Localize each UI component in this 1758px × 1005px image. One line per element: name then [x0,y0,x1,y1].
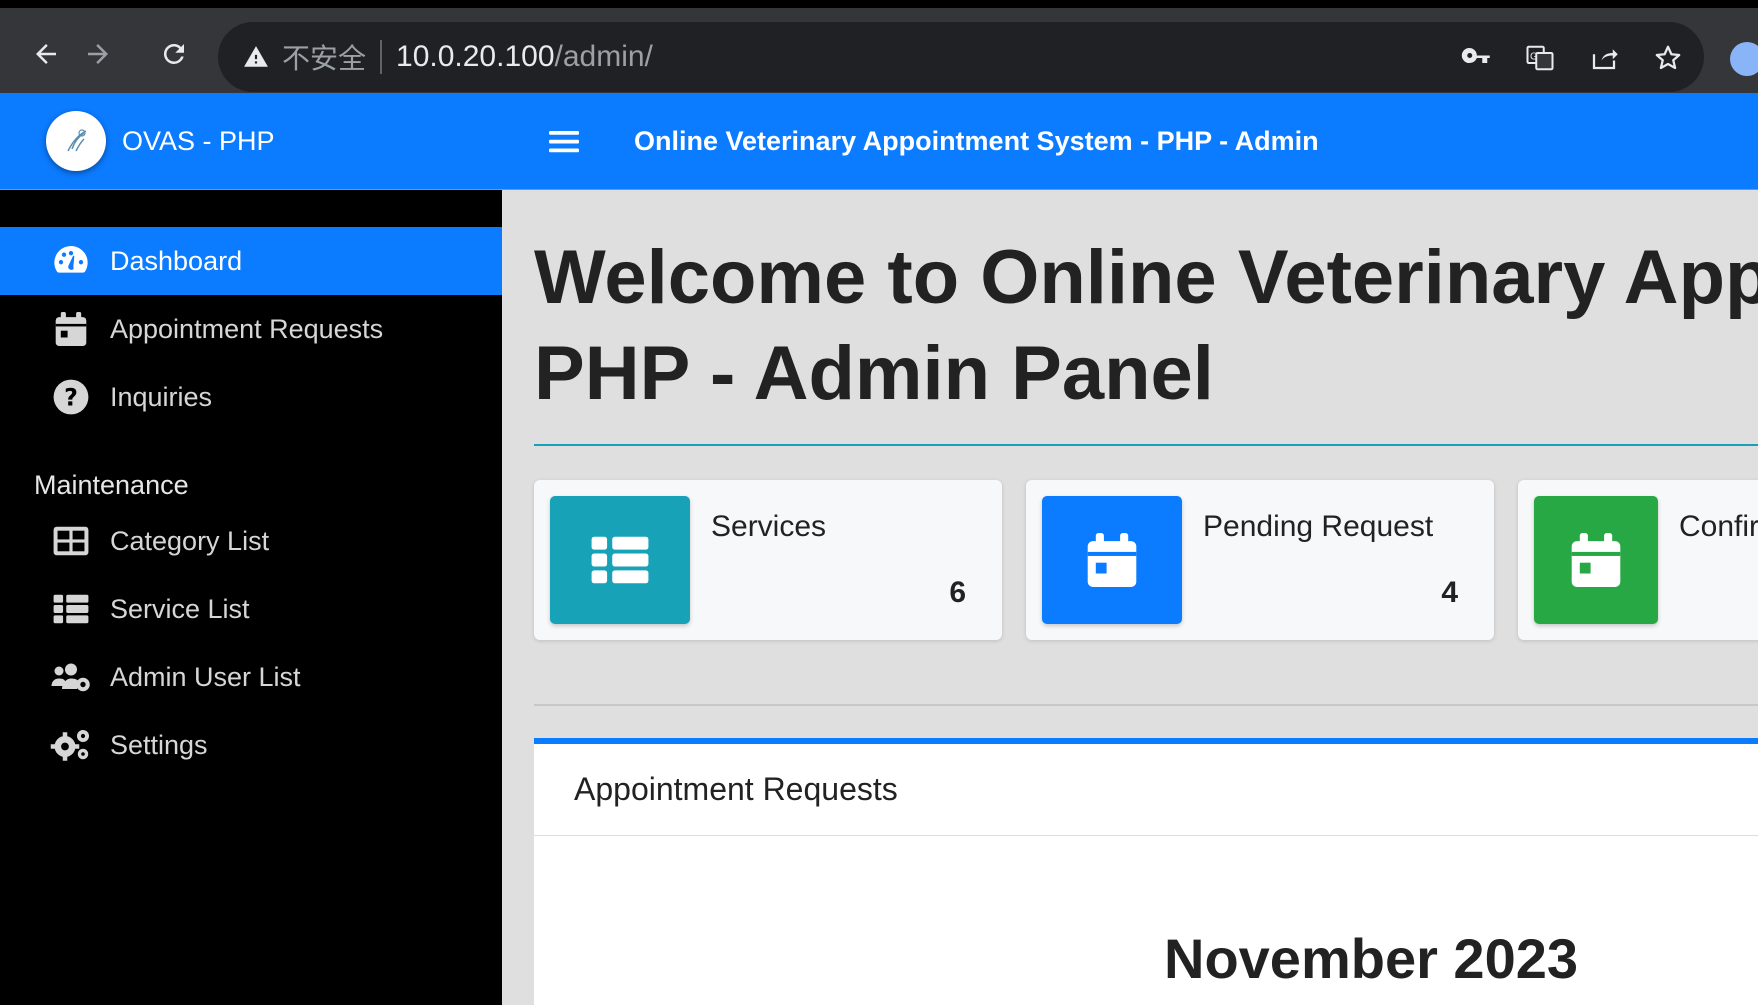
share-icon[interactable] [1588,42,1620,74]
sidebar-item-label: Category List [110,525,270,556]
translate-icon[interactable]: G [1524,42,1556,74]
th-list-icon [550,496,690,624]
dashboard-icon [50,240,92,282]
info-box-confirmed-request: Confirmed Request [1518,480,1758,640]
info-box-label: Services [711,510,827,543]
sidebar-item-service-list[interactable]: Service List [0,575,502,643]
navbar-title: Online Veterinary Appointment System - P… [634,125,1319,156]
forward-button[interactable] [78,34,118,74]
divider [534,704,1758,706]
url-path[interactable]: /admin/ [555,40,653,74]
calendar-day-icon [1534,496,1658,624]
sidebar-item-label: Dashboard [110,245,243,276]
url-host[interactable]: 10.0.20.100 [396,40,554,74]
separator [380,40,383,74]
info-box-services: Services 6 [534,480,1002,640]
sidebar-item-label: Admin User List [110,661,301,692]
cogs-icon [50,724,92,766]
card-title: Appointment Requests [574,771,898,807]
sidebar-item-category-list[interactable]: Category List [0,507,502,575]
th-large-icon [50,520,92,562]
sidebar-item-appointment-requests[interactable]: Appointment Requests [0,295,502,363]
calendar-icon [50,308,92,350]
back-button[interactable] [26,34,66,74]
brand-logo [46,111,106,171]
sidebar-menu: Dashboard Appointment Requests ? Inquiri… [0,190,502,779]
main-content: Welcome to Online Veterinary Appointment… [502,190,1758,1005]
divider [534,444,1758,446]
sidebar-item-label: Appointment Requests [110,313,384,344]
sidebar-item-inquiries[interactable]: ? Inquiries [0,363,502,431]
users-cog-icon [50,656,92,698]
info-box-label: Confirmed Request [1679,510,1758,543]
info-box-number: 4 [1441,576,1458,609]
svg-text:?: ? [64,384,78,412]
calendar-day-icon [1042,496,1182,624]
calendar-title: November 2023 [1164,927,1579,990]
brand-text[interactable]: OVAS - PHP [122,126,275,157]
sidebar-item-dashboard[interactable]: Dashboard [0,227,502,295]
hamburger-menu-icon[interactable] [546,123,582,159]
key-icon[interactable] [1460,42,1492,74]
sidebar-item-settings[interactable]: Settings [0,711,502,779]
info-box-number: 6 [949,576,966,609]
profile-avatar[interactable] [1730,42,1758,76]
brand-link[interactable]: OVAS - PHP [0,93,502,190]
sidebar-item-label: Inquiries [110,381,213,412]
browser-toolbar: 不安全 10.0.20.100/admin/ G [0,0,1758,93]
warning-icon[interactable] [242,43,270,71]
card-header: Appointment Requests [534,744,1758,836]
page-title-line2: PHP - Admin Panel [534,331,1214,416]
star-icon[interactable] [1652,42,1684,74]
sidebar: OVAS - PHP Dashboard Appointment Request… [0,93,502,1005]
svg-text:G: G [1530,51,1538,62]
top-navbar: Online Veterinary Appointment System - P… [502,93,1758,190]
sidebar-item-label: Settings [110,729,208,760]
reload-icon [163,43,184,64]
info-box-pending-request: Pending Request 4 [1026,480,1494,640]
security-label[interactable]: 不安全 [282,37,366,77]
page-title: Welcome to Online Veterinary Appointment… [534,230,1758,422]
appointment-requests-card: Appointment Requests November 2023 [534,738,1758,1005]
forward-arrow-icon [88,44,108,64]
info-box-label: Pending Request [1203,510,1434,543]
reload-button[interactable] [154,34,194,74]
sidebar-header-maintenance: Maintenance [34,470,189,500]
th-list-icon [50,588,92,630]
question-circle-icon: ? [50,376,92,418]
sidebar-item-label: Service List [110,593,250,624]
page-title-line1: Welcome to Online Veterinary Appointment… [534,235,1758,320]
sidebar-item-admin-user-list[interactable]: Admin User List [0,643,502,711]
back-arrow-icon [36,44,56,64]
